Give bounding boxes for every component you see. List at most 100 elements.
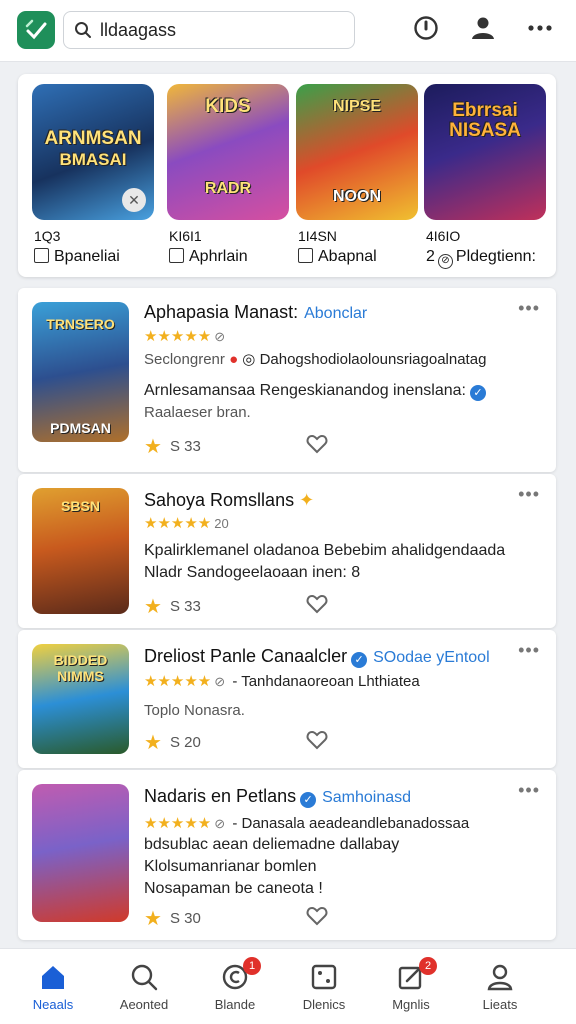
notification-badge: 1	[243, 957, 261, 975]
featured-game-art: ARNMSAN BMASAI ✕	[32, 84, 154, 220]
game-title[interactable]: Aphapasia Manast: Abonclar	[144, 302, 367, 323]
game-title[interactable]: Dreliost Panle Canaalcler ✓ SOodae yEntool	[144, 646, 490, 668]
rating-text: - Danasala aeadeandlebanadossaa	[232, 815, 470, 832]
featured-label-text: Bpaneliai	[54, 248, 120, 265]
game-card[interactable]: SBSN Sahoya Romsllans ✦ ★★★★★ 20 Kpalirkl…	[18, 474, 556, 628]
rating-text: - Tanhdanaoreoan Lhthiatea	[232, 673, 420, 690]
game-art: SBSN	[32, 488, 129, 614]
featured-game-card[interactable]: KIDS RADR KI6I1 Aphrlain	[167, 84, 289, 269]
featured-meta: 4I6IO	[426, 228, 461, 244]
nav-item-dlenics[interactable]: Dlenics	[279, 949, 369, 1024]
profile-icon	[487, 964, 513, 991]
featured-meta: 1I4SN	[298, 228, 337, 244]
game-title-text: Sahoya Romsllans	[144, 490, 295, 510]
star-icon: ★	[144, 732, 162, 754]
more-options-icon[interactable]: •••	[518, 780, 540, 801]
footer-text: S 33	[169, 598, 201, 615]
heart-icon[interactable]	[306, 730, 328, 750]
bottom-navigation: Neaals Aeonted 1 Blande Dlenics 2 Mgnlis…	[0, 948, 576, 1024]
game-description: Arnlesamansaa Rengeskianandog inenslana:…	[144, 382, 486, 401]
rating-count: ⊘	[214, 816, 226, 831]
art-subtitle: RADR	[204, 180, 252, 197]
game-extra: Toplo Nonasra.	[144, 702, 245, 719]
nav-item-home[interactable]: Neaals	[8, 949, 98, 1024]
stars-text: ★★★★★	[144, 673, 212, 690]
game-title[interactable]: Nadaris en Petlans ✓ Samhoinasd	[144, 786, 411, 808]
account-icon[interactable]	[469, 14, 497, 42]
nav-item-blande[interactable]: 1 Blande	[190, 949, 280, 1024]
publisher-link[interactable]: Abonclar	[304, 305, 367, 322]
featured-label-text: Pldegtienn:	[455, 248, 536, 265]
rating-stars: ★★★★★ 20	[144, 514, 229, 532]
art-subtitle: NISASA	[449, 120, 521, 141]
stars-text: ★★★★★	[144, 328, 212, 345]
notification-badge: 2	[419, 957, 437, 975]
featured-label-prefix: 2	[426, 248, 435, 265]
art-subtitle: PDMSAN	[50, 420, 111, 436]
art-title: BIDDED	[53, 652, 108, 668]
nav-item-mgnlis[interactable]: 2 Mgnlis	[366, 949, 456, 1024]
rating-stars: ★★★★★ ⊘	[144, 327, 225, 345]
featured-game-card[interactable]: ARNMSAN BMASAI ✕ 1Q3 Bpaneliai	[32, 84, 154, 269]
publisher-link[interactable]: SOodae yEntool	[373, 649, 490, 666]
game-title[interactable]: Sahoya Romsllans ✦	[144, 490, 314, 511]
game-extra: Nladr Sandogeelaoaan inen: 8	[144, 564, 361, 581]
publisher-link[interactable]: Samhoinasd	[322, 789, 411, 806]
checkbox-icon[interactable]	[169, 248, 184, 263]
art-subtitle: NIPSE	[332, 98, 381, 115]
game-footer: ★ S 30	[144, 906, 201, 931]
game-card[interactable]: BIDDED NIMMS Dreliost Panle Canaalcler ✓ S…	[18, 630, 556, 768]
stars-text: ★★★★★	[144, 515, 212, 532]
art-title: ARNMSAN	[44, 128, 142, 149]
close-icon[interactable]: ✕	[122, 188, 146, 212]
game-card[interactable]: Nadaris en Petlans ✓ Samhoinasd ★★★★★ ⊘ - D…	[18, 770, 556, 940]
nav-item-profile[interactable]: Lieats	[455, 949, 545, 1024]
search-icon	[131, 964, 158, 991]
fire-icon: ✦	[299, 490, 315, 510]
nav-item-search[interactable]: Aeonted	[99, 949, 189, 1024]
game-title-text: Dreliost Panle Canaalcler	[144, 646, 348, 666]
art-title: NOON	[333, 188, 381, 205]
game-extra: Nosapaman be caneota !	[144, 880, 323, 897]
nav-label: Lieats	[482, 997, 518, 1012]
search-input[interactable]	[100, 18, 345, 42]
art-title: SBSN	[61, 498, 100, 514]
star-icon: ★	[144, 596, 162, 618]
more-options-icon[interactable]: •••	[518, 298, 540, 319]
heart-icon[interactable]	[306, 594, 328, 614]
verified-icon: ✓	[470, 385, 486, 401]
timer-icon[interactable]	[412, 14, 440, 42]
art-subtitle: BMASAI	[59, 150, 127, 169]
game-extra: Raalaeser bran.	[144, 404, 251, 421]
checkbox-icon[interactable]	[298, 248, 313, 263]
featured-game-art: Ebrrsai NISASA	[424, 84, 546, 220]
alert-icon: ●	[229, 351, 239, 368]
game-art: BIDDED NIMMS	[32, 644, 129, 754]
game-description: bdsublac aean deliemadne dallabay	[144, 836, 400, 853]
more-options-icon[interactable]: •••	[518, 484, 540, 505]
footer-text: S 33	[169, 438, 201, 455]
featured-label: Aphrlain	[169, 248, 248, 266]
rating-count: 20	[214, 516, 229, 531]
more-options-icon[interactable]: •••	[518, 640, 540, 661]
featured-game-card[interactable]: Ebrrsai NISASA 4I6IO 2 ⊘ Pldegtienn:	[424, 84, 546, 269]
search-bar[interactable]	[63, 11, 355, 49]
featured-label-text: Abapnal	[318, 248, 377, 265]
heart-icon[interactable]	[306, 434, 328, 454]
app-logo-icon[interactable]	[17, 11, 55, 49]
game-art: TRNSERO PDMSAN	[32, 302, 129, 442]
featured-label: Bpaneliai	[34, 248, 120, 266]
game-extra: Klolsumanrianar bomlen	[144, 858, 317, 875]
checkbox-icon[interactable]	[34, 248, 49, 263]
dice-icon	[311, 964, 337, 990]
more-menu-icon[interactable]	[526, 14, 554, 42]
art-subtitle: NIMMS	[57, 668, 104, 684]
featured-label: 2 ⊘ Pldegtienn:	[426, 248, 536, 269]
rating-count: ⊘	[214, 674, 226, 689]
heart-icon[interactable]	[306, 906, 328, 926]
search-icon	[75, 22, 91, 38]
game-card[interactable]: TRNSERO PDMSAN Aphapasia Manast: Abonclar…	[18, 288, 556, 472]
nav-label: Mgnlis	[392, 997, 430, 1012]
featured-game-card[interactable]: NIPSE NOON 1I4SN Abapnal	[296, 84, 418, 269]
footer-text: S 30	[169, 910, 201, 927]
